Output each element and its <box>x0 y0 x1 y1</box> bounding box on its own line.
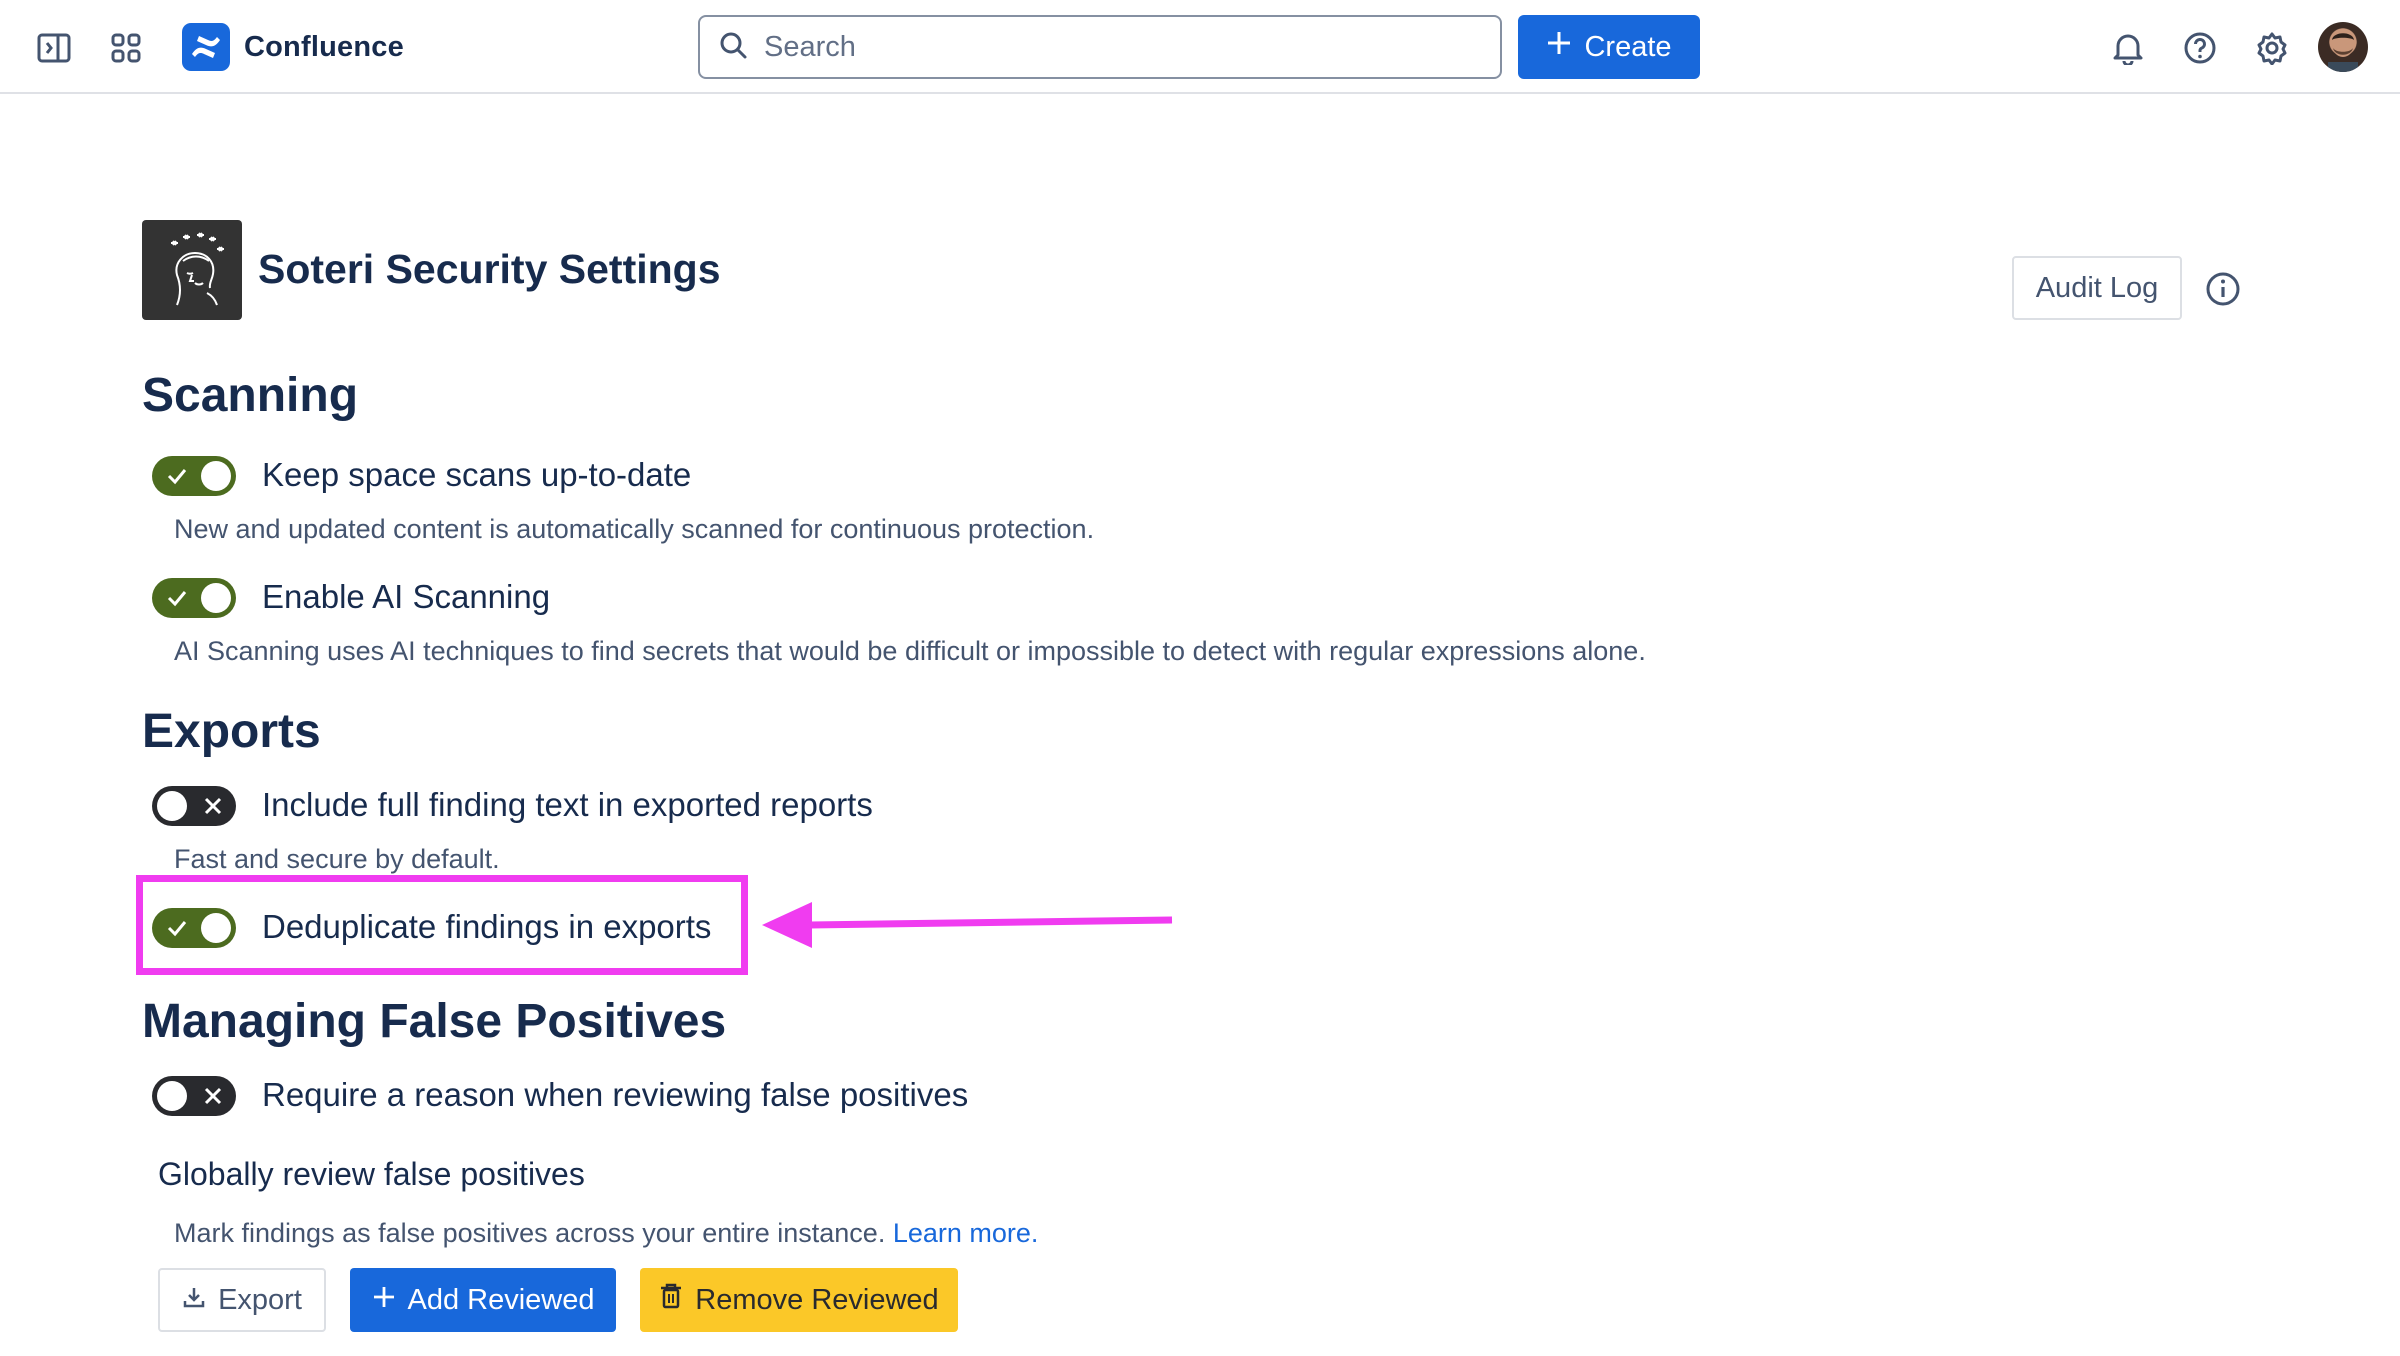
global-review-description: Mark findings as false positives across … <box>174 1218 1038 1249</box>
annotation-arrow-icon <box>762 902 1173 948</box>
toggle-enable-ai-scanning[interactable] <box>152 578 236 618</box>
audit-log-button[interactable]: Audit Log <box>2012 256 2182 320</box>
search-icon <box>718 30 748 65</box>
trash-icon <box>659 1283 683 1317</box>
cross-icon <box>204 797 222 815</box>
remove-reviewed-label: Remove Reviewed <box>695 1283 939 1316</box>
app-switcher-icon[interactable] <box>104 26 148 70</box>
remove-reviewed-button[interactable]: Remove Reviewed <box>640 1268 958 1332</box>
option-label: Require a reason when reviewing false po… <box>262 1076 969 1113</box>
global-review-heading: Globally review false positives <box>158 1156 585 1192</box>
section-heading-false-positives: Managing False Positives <box>142 995 727 1048</box>
download-icon <box>182 1284 206 1317</box>
sidebar-toggle-icon[interactable] <box>32 26 76 70</box>
search-input[interactable] <box>762 29 1466 65</box>
export-button[interactable]: Export <box>158 1268 326 1332</box>
search-box[interactable] <box>698 15 1502 79</box>
global-review-text: Mark findings as false positives across … <box>174 1218 886 1248</box>
option-label: Enable AI Scanning <box>262 578 551 615</box>
top-navigation-bar: Confluence Create <box>0 0 2400 94</box>
option-label: Keep space scans up-to-date <box>262 456 692 493</box>
bell-icon[interactable] <box>2106 26 2150 70</box>
create-label: Create <box>1584 30 1672 63</box>
learn-more-link[interactable]: Learn more. <box>893 1218 1039 1248</box>
option-description: New and updated content is automatically… <box>174 514 1095 544</box>
toggle-require-reason[interactable] <box>152 1076 236 1116</box>
gear-icon[interactable] <box>2250 26 2294 70</box>
page-title: Soteri Security Settings <box>258 246 721 292</box>
plus-icon <box>372 1284 396 1317</box>
cross-icon <box>204 1087 222 1105</box>
export-label: Export <box>218 1283 302 1316</box>
annotation-highlight-box <box>136 875 748 975</box>
option-description: AI Scanning uses AI techniques to find s… <box>174 636 1646 666</box>
add-reviewed-button[interactable]: Add Reviewed <box>350 1268 616 1332</box>
section-heading-exports: Exports <box>142 705 321 758</box>
user-avatar[interactable] <box>2318 22 2368 72</box>
toggle-keep-scans-up-to-date[interactable] <box>152 456 236 496</box>
create-button[interactable]: Create <box>1518 15 1700 79</box>
checkmark-icon <box>167 591 187 607</box>
checkmark-icon <box>167 469 187 485</box>
soteri-app-icon <box>142 220 242 320</box>
confluence-logo-icon <box>182 23 230 71</box>
toggle-include-full-finding-text[interactable] <box>152 786 236 826</box>
plus-icon <box>1546 30 1572 64</box>
option-label: Include full finding text in exported re… <box>262 786 873 823</box>
info-icon[interactable] <box>2204 270 2242 308</box>
confluence-logo[interactable]: Confluence <box>182 22 404 72</box>
app-name: Confluence <box>244 30 404 63</box>
help-icon[interactable] <box>2178 26 2222 70</box>
add-reviewed-label: Add Reviewed <box>407 1283 595 1316</box>
option-description: Fast and secure by default. <box>174 844 500 874</box>
section-heading-scanning: Scanning <box>142 369 359 422</box>
